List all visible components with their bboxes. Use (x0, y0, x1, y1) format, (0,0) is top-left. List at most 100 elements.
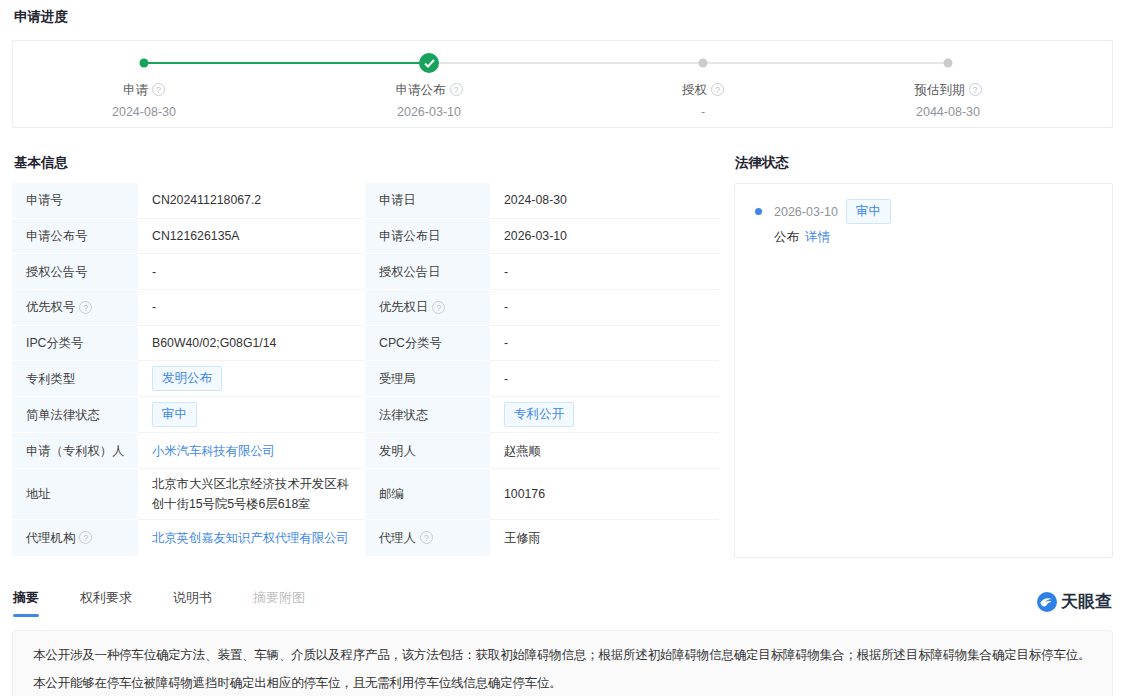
info-label-text: 申请号 (26, 190, 63, 210)
info-label: 优先权号? (12, 290, 138, 326)
help-icon[interactable]: ? (432, 301, 445, 314)
info-value: - (490, 254, 719, 290)
info-value-text: - (152, 297, 156, 317)
timeline-dot-icon (755, 208, 762, 215)
info-value-text: 王修雨 (504, 528, 541, 548)
step-3: 授权?- (593, 82, 813, 119)
abstract-panel: 本公开涉及一种停车位确定方法、装置、车辆、介质以及程序产品，该方法包括：获取初始… (12, 630, 1113, 696)
tab-3[interactable]: 说明书 (173, 589, 212, 617)
step-date: 2044-08-30 (838, 105, 1058, 119)
status-badge: 专利公开 (504, 402, 574, 427)
info-value-text: 赵燕顺 (504, 441, 541, 461)
legal-status-entry: 2026-03-10 审中 (755, 199, 1092, 224)
info-label-text: 申请日 (379, 190, 416, 210)
legal-detail-link[interactable]: 详情 (805, 230, 830, 244)
step-date: 2024-08-30 (34, 105, 254, 119)
progress-line (429, 62, 703, 64)
info-value: 赵燕顺 (490, 433, 719, 469)
entity-link[interactable]: 北京英创嘉友知识产权代理有限公司 (152, 528, 349, 548)
info-value: 100176 (490, 469, 719, 520)
info-value-text: - (504, 333, 508, 353)
info-value-text: 2026-03-10 (504, 226, 567, 246)
info-value: CN202411218067.2 (138, 183, 365, 219)
info-value-text: - (504, 369, 508, 389)
tab-2[interactable]: 权利要求 (80, 589, 132, 617)
legal-status-card: 2026-03-10 审中 公布详情 (734, 183, 1113, 558)
tab-1[interactable]: 摘要 (13, 589, 39, 617)
info-value: - (490, 361, 719, 397)
info-value: 小米汽车科技有限公司 (138, 433, 365, 469)
step-dot-icon (944, 59, 953, 68)
info-label-text: 代理机构 (26, 528, 75, 548)
info-value: 北京英创嘉友知识产权代理有限公司 (138, 520, 365, 556)
step-label-text: 授权 (682, 83, 707, 97)
info-label-text: 专利类型 (26, 369, 75, 389)
info-label: IPC分类号 (12, 326, 138, 362)
step-4: 预估到期?2044-08-30 (838, 82, 1058, 119)
info-value: 2026-03-10 (490, 219, 719, 255)
step-label: 申请? (34, 82, 254, 99)
status-badge: 审中 (152, 402, 197, 427)
basic-info-title: 基本信息 (14, 154, 68, 172)
status-badge: 发明公布 (152, 366, 222, 391)
step-1: 申请? 2024-08-30 (34, 82, 254, 119)
progress-steps: 申请?2024-08-30申请公布?2026-03-10授权?-预估到期?204… (13, 41, 1112, 127)
info-label: CPC分类号 (365, 326, 490, 362)
step-label-text: 申请 (123, 83, 148, 97)
info-value-text: - (504, 262, 508, 282)
patent-detail-page: 申请进度 申请?2024-08-30申请公布?2026-03-10授权?-预估到… (0, 0, 1125, 696)
help-icon[interactable]: ? (450, 83, 463, 96)
info-label: 发明人 (365, 433, 490, 469)
info-value: 专利公开 (490, 397, 719, 433)
info-label-text: 授权公告号 (26, 262, 87, 282)
step-check-icon (419, 53, 439, 73)
info-value-text: 2024-08-30 (504, 190, 567, 210)
legal-action-label: 公布 (774, 230, 799, 244)
step-dot-icon (140, 59, 149, 68)
legal-status-title: 法律状态 (735, 154, 789, 172)
tab-label: 权利要求 (80, 590, 132, 605)
info-label: 受理局 (365, 361, 490, 397)
step-label: 申请公布? (319, 82, 539, 99)
info-label-text: 简单法律状态 (26, 405, 100, 425)
tab-label: 说明书 (173, 590, 212, 605)
basic-info-table: 申请号 CN202411218067.2 申请日 2024-08-30 申请公布号 CN1… (12, 183, 719, 556)
info-label-text: 优先权日 (379, 297, 428, 317)
help-icon[interactable]: ? (79, 301, 92, 314)
help-icon[interactable]: ? (711, 83, 724, 96)
detail-tabs: 摘要 权利要求 说明书 摘要附图 (13, 589, 346, 617)
info-label: 法律状态 (365, 397, 490, 433)
info-value: 发明公布 (138, 361, 365, 397)
tab-4: 摘要附图 (253, 589, 305, 617)
entity-link[interactable]: 小米汽车科技有限公司 (152, 441, 275, 461)
info-label-text: 申请公布号 (26, 226, 87, 246)
step-dot-icon (699, 59, 708, 68)
info-label-text: 地址 (26, 484, 51, 504)
help-icon[interactable]: ? (79, 531, 92, 544)
info-label-text: 申请（专利权）人 (26, 441, 124, 461)
info-label: 邮编 (365, 469, 490, 520)
info-label: 优先权日? (365, 290, 490, 326)
legal-status-action: 公布详情 (774, 229, 1092, 246)
info-label-text: 邮编 (379, 484, 404, 504)
help-icon[interactable]: ? (969, 83, 982, 96)
tianyancha-icon (1037, 592, 1057, 612)
info-label: 申请公布日 (365, 219, 490, 255)
info-value: 北京市大兴区北京经济技术开发区科创十街15号院5号楼6层618室 (138, 469, 365, 520)
help-icon[interactable]: ? (420, 531, 433, 544)
info-label-text: CPC分类号 (379, 333, 442, 353)
info-label: 代理机构? (12, 520, 138, 556)
tab-label: 摘要附图 (253, 590, 305, 605)
info-label-text: 法律状态 (379, 405, 428, 425)
info-label: 申请号 (12, 183, 138, 219)
info-value-text: - (504, 297, 508, 317)
info-label-text: 发明人 (379, 441, 416, 461)
info-label-text: 代理人 (379, 528, 416, 548)
info-label-text: 受理局 (379, 369, 416, 389)
info-value: - (138, 290, 365, 326)
info-value: CN121626135A (138, 219, 365, 255)
info-label: 代理人? (365, 520, 490, 556)
help-icon[interactable]: ? (152, 83, 165, 96)
info-value-text: CN202411218067.2 (152, 190, 261, 210)
info-label-text: 授权公告日 (379, 262, 440, 282)
